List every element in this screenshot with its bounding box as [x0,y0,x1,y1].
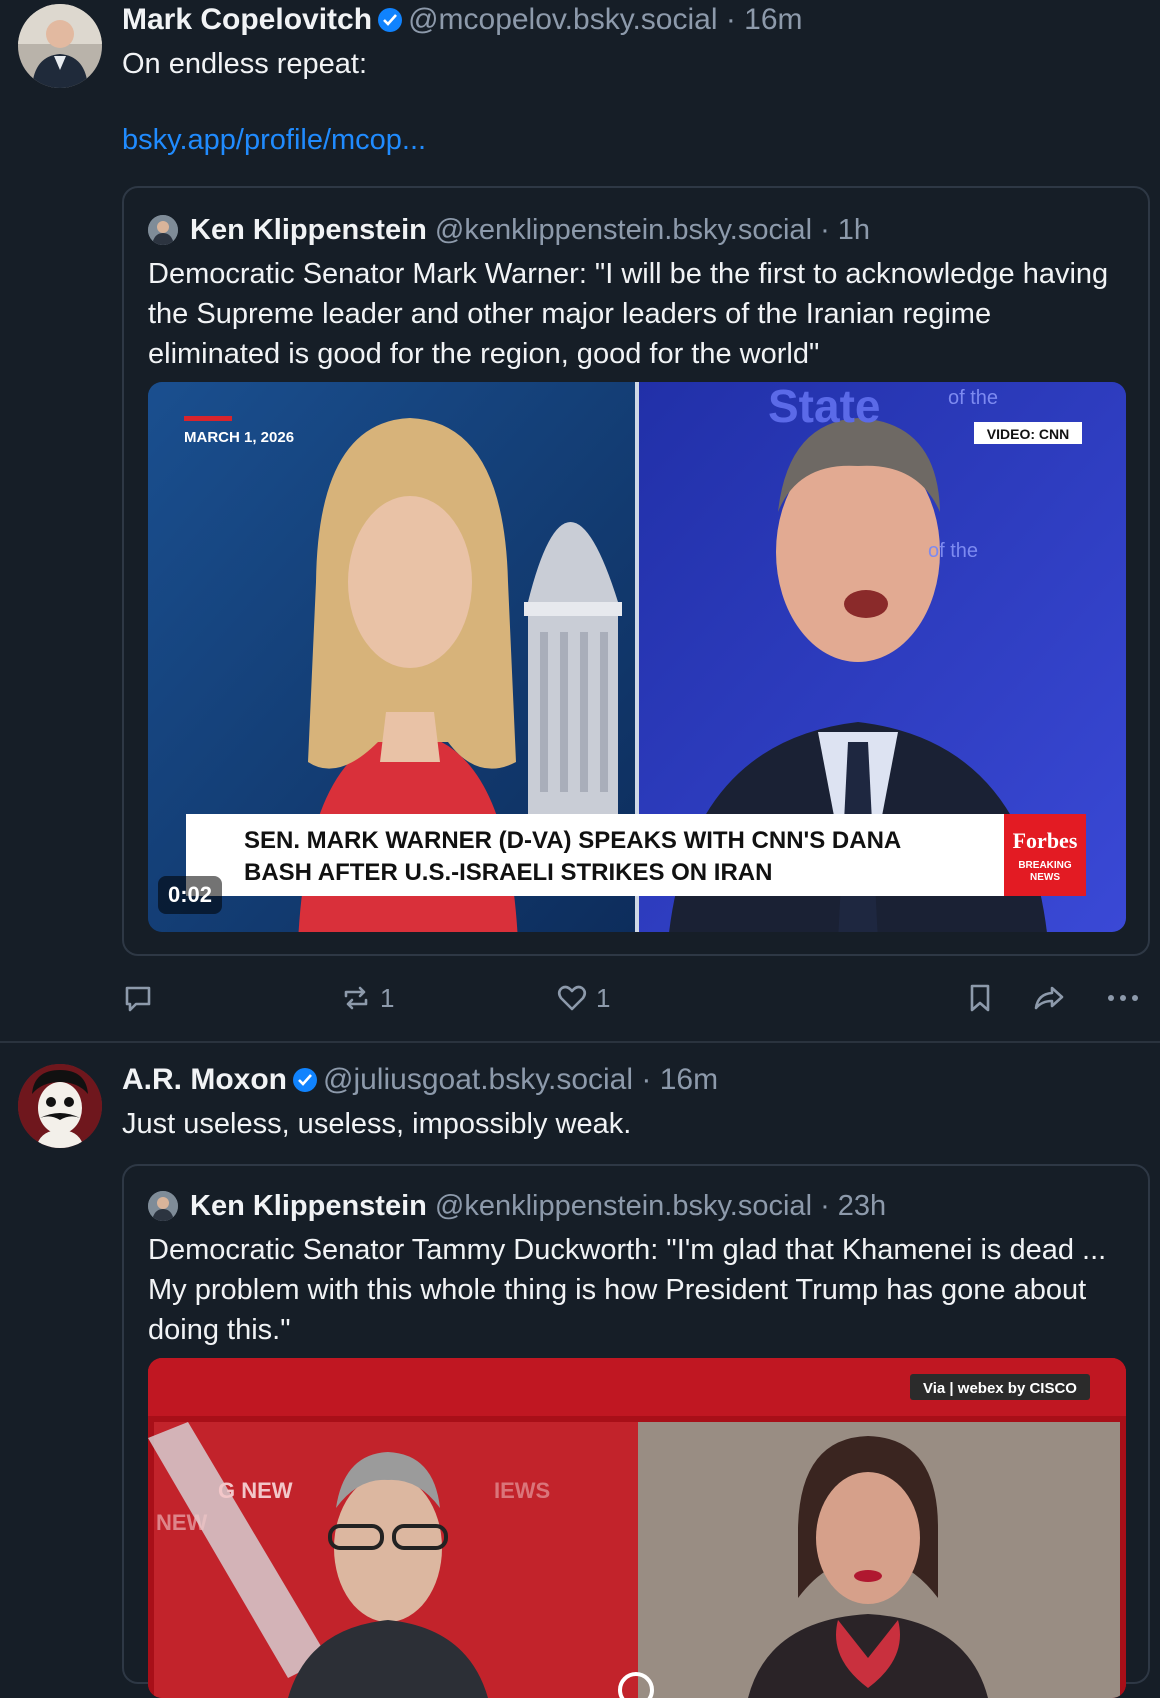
verified-badge-icon [378,8,403,32]
repost-count: 1 [380,982,395,1013]
svg-text:Via | webex by CISCO: Via | webex by CISCO [923,1380,1077,1397]
quote-header: Ken Klippenstein @kenklippenstein.bsky.s… [148,212,870,248]
avatar[interactable] [18,4,102,88]
quoted-post[interactable]: Ken Klippenstein @kenklippenstein.bsky.s… [122,1164,1150,1698]
svg-text:NEWS: NEWS [1030,872,1060,883]
author-handle[interactable]: @juliusgoat.bsky.social [323,1063,633,1096]
video-date: MARCH 1, 2026 [184,429,294,446]
avatar[interactable] [18,1064,102,1148]
svg-text:State: State [768,382,880,432]
post-link[interactable]: bsky.app/profile/mcop... [122,124,426,157]
share-button[interactable] [1032,978,1066,1018]
post-time[interactable]: · 16m [641,1063,718,1096]
video-thumbnail: G NEW NEW IEWS Via | webex by CISCO [148,1358,1126,1698]
post-divider [0,1041,1160,1043]
post-text: Just useless, useless, impossibly weak. [122,1108,632,1140]
reply-button[interactable] [122,978,162,1018]
video-duration: 0:02 [158,876,223,914]
author-name[interactable]: A.R. Moxon [122,1063,287,1096]
quote-text: Democratic Senator Mark Warner: "I will … [148,258,1109,370]
like-count: 1 [596,982,611,1013]
video-player[interactable]: G NEW NEW IEWS Via | webex by CISCO [148,1358,1126,1698]
quoted-post[interactable]: Ken Klippenstein @kenklippenstein.bsky.s… [122,186,1150,956]
svg-text:SEN. MARK WARNER (D-VA) SPEAKS: SEN. MARK WARNER (D-VA) SPEAKS WITH CNN'… [244,827,901,854]
video-thumbnail: State of the of the MARCH 1, 2026 VIDEO:… [148,382,1126,932]
quote-author-name[interactable]: Ken Klippenstein [190,1190,427,1222]
quote-avatar [148,215,178,245]
video-player[interactable]: State of the of the MARCH 1, 2026 VIDEO:… [148,382,1126,932]
post-time[interactable]: · 16m [726,3,803,36]
post-text: On endless repeat: [122,48,368,80]
like-button[interactable]: 1 [556,978,610,1018]
svg-text:Forbes: Forbes [1013,828,1078,853]
quote-avatar [148,1191,178,1221]
svg-text:NEW: NEW [156,1510,208,1535]
author-handle[interactable]: @mcopelov.bsky.social [408,3,717,36]
quote-time: · 1h [820,214,871,246]
author-name[interactable]: Mark Copelovitch [122,3,372,36]
svg-text:VIDEO: CNN: VIDEO: CNN [987,426,1069,442]
quote-author-name[interactable]: Ken Klippenstein [190,214,427,246]
quote-text: Democratic Senator Tammy Duckworth: "I'm… [148,1234,1107,1346]
bookmark-icon [970,984,990,1012]
quote-author-handle[interactable]: @kenklippenstein.bsky.social [435,1190,812,1222]
post-header: A.R. Moxon @juliusgoat.bsky.social · 16m [122,1062,718,1098]
svg-text:IEWS: IEWS [494,1478,550,1503]
quote-author-handle[interactable]: @kenklippenstein.bsky.social [435,214,812,246]
post-header: Mark Copelovitch @mcopelov.bsky.social · … [122,2,803,38]
more-icon [1108,995,1138,1001]
repost-button[interactable]: 1 [340,978,394,1018]
svg-text:of the: of the [928,540,978,562]
share-icon [1034,986,1064,1010]
svg-text:BASH AFTER U.S.-ISRAELI STRIKE: BASH AFTER U.S.-ISRAELI STRIKES ON IRAN [244,859,772,886]
bookmark-button[interactable] [964,978,996,1018]
repost-icon [344,986,368,1010]
heart-icon [557,985,587,1011]
quote-time: · 23h [820,1190,887,1222]
post-ar-moxon[interactable]: A.R. Moxon @juliusgoat.bsky.social · 16m … [0,1044,1160,1698]
reply-icon [125,986,151,1012]
svg-text:BREAKING: BREAKING [1018,860,1072,871]
more-options-button[interactable] [1106,978,1140,1018]
post-mark-copelovitch[interactable]: Mark Copelovitch @mcopelov.bsky.social · … [0,0,1160,1040]
svg-text:of the: of the [948,387,998,409]
post-actions: 1 1 [122,978,1142,1018]
quote-header: Ken Klippenstein @kenklippenstein.bsky.s… [148,1188,886,1224]
verified-badge-icon [293,1068,317,1092]
svg-text:G NEW: G NEW [218,1478,293,1503]
